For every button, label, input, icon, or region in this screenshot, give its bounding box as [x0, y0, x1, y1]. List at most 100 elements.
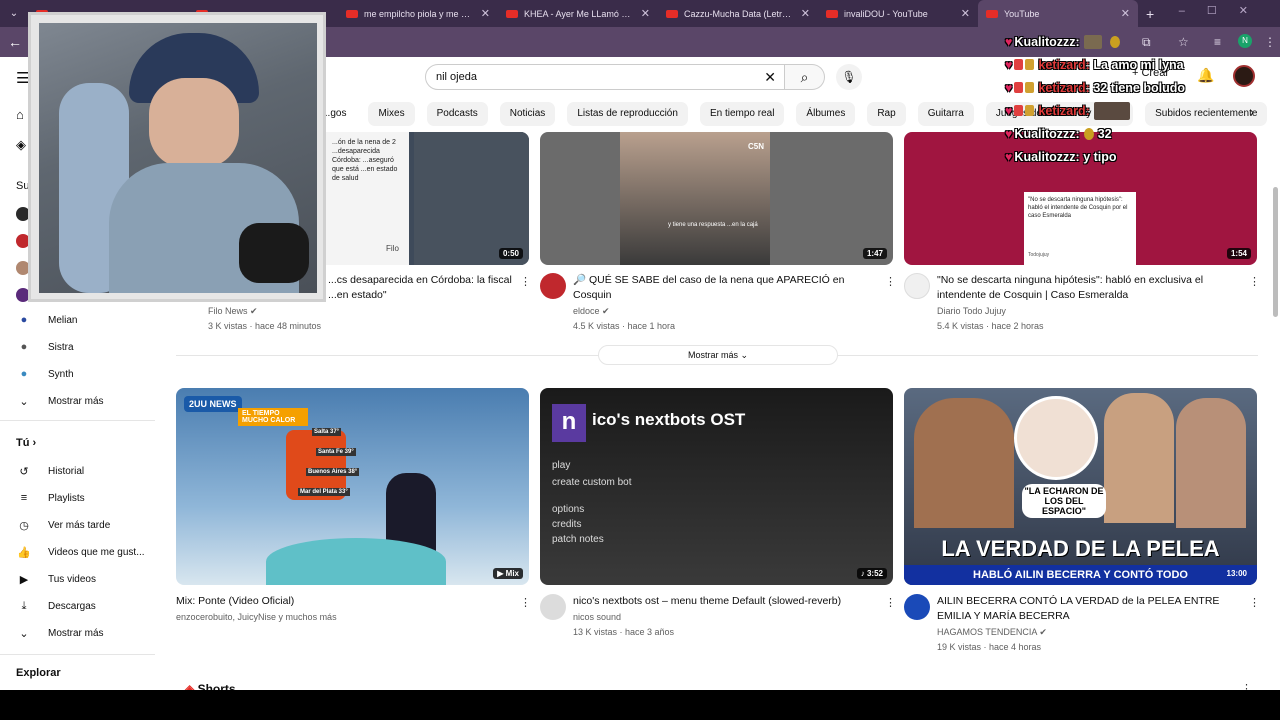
sidebar-item-liked[interactable]: 👍 Videos que me gust...	[0, 539, 155, 565]
browser-tab[interactable]: KHEA - Ayer Me LLamó Mi Ex f✕	[498, 0, 658, 27]
mix-badge: ▶ Mix	[493, 568, 523, 579]
close-tab-icon[interactable]: ✕	[961, 7, 970, 20]
new-tab-button[interactable]: +	[1146, 6, 1154, 22]
video-meta: 19 K vistas · hace 4 horas	[937, 642, 1042, 652]
browser-tab[interactable]: me empilcho piola y me perfu ✕	[338, 0, 498, 27]
more-options-icon[interactable]: ⋮	[885, 596, 896, 609]
more-options-icon[interactable]: ⋮	[1249, 596, 1260, 609]
window-controls[interactable]: –☐✕	[1179, 4, 1270, 17]
chip[interactable]: Noticias	[499, 102, 556, 126]
sidebar-item-watch-later[interactable]: ◷ Ver más tarde	[0, 512, 155, 538]
more-options-icon[interactable]: ⋮	[520, 275, 531, 288]
sidebar-item-label: Videos que me gust...	[48, 546, 145, 558]
thumbnail-logo: Filo	[386, 244, 399, 253]
thumbnail-title: ico's nextbots OST	[592, 410, 746, 429]
thumbnail-menu-item: patch notes	[552, 534, 604, 545]
youtube-favicon-icon	[506, 9, 518, 18]
more-options-icon[interactable]: ⋮	[885, 275, 896, 288]
show-more-subs[interactable]: ⌄ Mostrar más	[0, 388, 155, 414]
sidebar-item-your-videos[interactable]: ▶ Tus videos	[0, 566, 155, 592]
close-tab-icon[interactable]: ✕	[1121, 7, 1130, 20]
chip[interactable]: Álbumes	[796, 102, 856, 126]
sidebar-sub-sistra[interactable]: ● Sistra	[0, 334, 155, 360]
channel-avatar[interactable]	[540, 594, 566, 620]
sidebar-sub-melian[interactable]: ● Melian	[0, 307, 155, 333]
chip[interactable]: Listas de reproducción	[567, 102, 688, 126]
shorts-section-heading: ◈ Shorts	[185, 682, 236, 690]
close-tab-icon[interactable]: ✕	[481, 7, 490, 20]
thumbnail-person	[620, 132, 770, 265]
browser-tab[interactable]: invaliDOU - YouTube ✕	[818, 0, 978, 27]
chat-user: ketizard:	[1038, 80, 1090, 95]
chip[interactable]: Rap	[867, 102, 906, 126]
sidebar-item-label: Melian	[48, 314, 78, 326]
divider	[0, 420, 155, 421]
video-title[interactable]: "No se descarta ninguna hipótesis": habl…	[937, 273, 1237, 303]
shorts-label: Shorts	[197, 682, 236, 690]
channel-name[interactable]: Filo News ✔	[208, 304, 258, 319]
shorts-icon[interactable]: ◈	[16, 137, 26, 153]
sidebar-item-history[interactable]: ↺ Historial	[0, 458, 155, 484]
channel-name[interactable]: Diario Todo Jujuy	[937, 304, 1006, 319]
back-arrow-icon[interactable]: ←	[8, 34, 22, 50]
browser-tab-active[interactable]: YouTube ✕	[978, 0, 1138, 27]
channel-avatar[interactable]	[540, 273, 566, 299]
chip[interactable]: Podcasts	[426, 102, 488, 126]
sidebar-item-downloads[interactable]: ⤓ Descargas	[0, 593, 155, 619]
sidebar-sub-synth[interactable]: ● Synth	[0, 361, 155, 387]
more-options-icon[interactable]: ⋮	[520, 596, 531, 609]
close-tab-icon[interactable]: ✕	[641, 7, 650, 20]
chip[interactable]: Mixes	[368, 102, 415, 126]
close-tab-icon[interactable]: ✕	[801, 7, 810, 20]
video-title[interactable]: Mix: Ponte (Video Oficial)	[176, 594, 506, 609]
search-button[interactable]: ⌕	[785, 64, 825, 90]
temp-label: Buenos Aires 38°	[306, 468, 360, 476]
video-title[interactable]: AILIN BECERRA CONTÓ LA VERDAD de la PELE…	[937, 594, 1237, 624]
chip[interactable]: En tiempo real	[699, 102, 785, 126]
video-thumbnail[interactable]: "LA ECHARON DE LOS DEL ESPACIO" LA VERDA…	[904, 388, 1257, 585]
chip[interactable]: Guitarra	[917, 102, 974, 126]
channel-avatar[interactable]	[904, 273, 930, 299]
thumbnail-menu: play create custom bot options credits p…	[552, 458, 631, 547]
more-options-icon[interactable]: ⋮	[1241, 682, 1252, 690]
title-line: AILIN BECERRA CONTÓ LA VERDAD de la PELE…	[937, 595, 1220, 607]
channel-name[interactable]: HAGAMOS TENDENCIA ✔	[937, 625, 1047, 640]
browser-tab[interactable]: Cazzu-Mucha Data (Letra) - Yo✕	[658, 0, 818, 27]
sidebar-item-playlists[interactable]: ≡ Playlists	[0, 485, 155, 511]
channel-name[interactable]: enzocerobuito, JuicyNise y muchos más	[176, 610, 337, 625]
voice-search-button[interactable]: 🎙	[836, 64, 862, 90]
emote-icon	[1109, 35, 1120, 48]
video-title[interactable]: ...cs desaparecida en Córdoba: la fiscal…	[328, 273, 513, 303]
more-options-icon[interactable]: ⋮	[1249, 275, 1260, 288]
home-icon[interactable]: ⌂	[16, 107, 24, 122]
chevron-right-icon[interactable]: ›	[1250, 105, 1254, 119]
video-thumbnail[interactable]: y tiene una respuesta ...en la cajá C5N …	[540, 132, 893, 265]
video-thumbnail[interactable]: n ico's nextbots OST play create custom …	[540, 388, 893, 585]
youtube-favicon-icon	[826, 9, 838, 18]
duration-label: 3:52	[866, 569, 883, 578]
channel-label: Filo News	[208, 306, 248, 316]
channel-name[interactable]: nicos sound	[573, 610, 621, 625]
chevron-down-icon: ⌄	[19, 395, 29, 408]
tab-search-icon[interactable]: ⌄	[0, 8, 28, 19]
show-more-button[interactable]: Mostrar más ⌄	[598, 345, 838, 365]
youtube-favicon-icon	[986, 9, 998, 18]
chat-user: ketizard:	[1038, 103, 1090, 118]
temp-label: Salta 37°	[312, 428, 342, 436]
search-input[interactable]: nil ojeda ✕	[425, 64, 785, 90]
youtube-favicon-icon	[346, 9, 358, 18]
video-thumbnail[interactable]: 2UU NEWS EL TIEMPO MUCHO CALOR Salta 37°…	[176, 388, 529, 585]
microphone-icon: 🎙	[841, 70, 857, 84]
page-scrollbar[interactable]	[1273, 187, 1278, 317]
show-more-you[interactable]: ⌄ Mostrar más	[0, 620, 155, 646]
clear-search-icon[interactable]: ✕	[764, 69, 776, 86]
you-heading-label: Tú	[16, 437, 30, 449]
video-title[interactable]: 🔎 QUÉ SE SABE del caso de la nena que AP…	[573, 273, 873, 303]
channel-avatar[interactable]	[904, 594, 930, 620]
channel-name[interactable]: eldoce ✔	[573, 304, 610, 319]
browser-menu-icon[interactable]: ⋮	[1264, 35, 1276, 49]
verified-icon: ✔	[602, 306, 610, 316]
video-title[interactable]: nico's nextbots ost – menu theme Default…	[573, 594, 873, 609]
you-heading[interactable]: Tú ›	[16, 437, 36, 449]
chat-message: ♥ Kualitozzz: y tipo	[1005, 145, 1245, 168]
